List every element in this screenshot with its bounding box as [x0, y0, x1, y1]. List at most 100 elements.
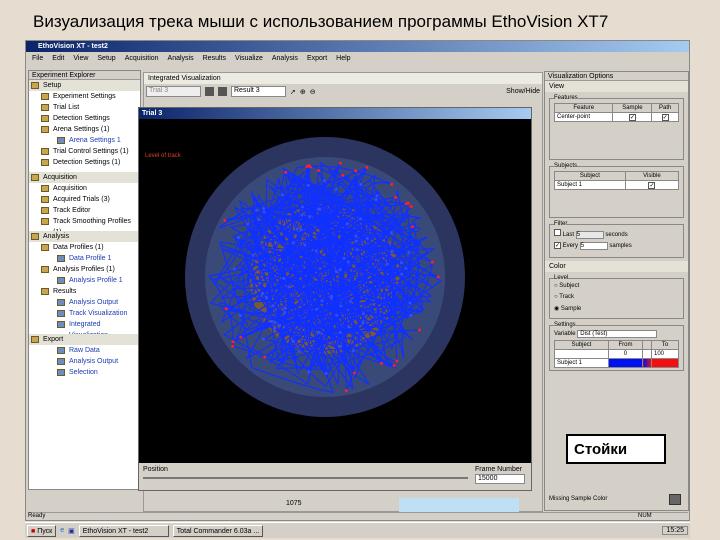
level-radio[interactable]: ◉ Sample	[554, 305, 679, 316]
path-checkbox[interactable]: ✓	[661, 113, 669, 121]
sample-point	[260, 292, 264, 296]
sample-point	[291, 241, 295, 245]
menu-item[interactable]: Acquisition	[125, 55, 159, 62]
explorer-item[interactable]: Integrated Visualization	[29, 319, 140, 339]
item-label: Selection	[69, 369, 98, 376]
menu-bar: File Edit View Setup Acquisition Analysis Resu…	[32, 55, 360, 65]
color-section[interactable]: Color	[545, 261, 688, 272]
trial-select[interactable]: Trial 3	[146, 86, 201, 97]
grid-icon[interactable]	[205, 87, 214, 96]
every-checkbox[interactable]: ✓	[554, 242, 561, 249]
col-visible: Visible	[624, 171, 680, 181]
sample-point	[436, 275, 440, 279]
menu-item[interactable]: Visualize	[235, 55, 263, 62]
explorer-item[interactable]: Track Smoothing Profiles (1)	[29, 216, 140, 236]
sample-point	[255, 208, 259, 212]
status-ready: Ready	[28, 513, 46, 519]
menu-item[interactable]: Setup	[97, 55, 115, 62]
sample-point	[390, 182, 394, 186]
radio-label: Sample	[560, 306, 582, 312]
from-value[interactable]: 0	[607, 349, 644, 359]
missing-color-swatch[interactable]	[669, 494, 681, 505]
taskbar: ■ Пуск e ▣ EthoVision XT - test2 Total C…	[25, 522, 690, 538]
to-value[interactable]: 100	[651, 349, 679, 359]
menu-item[interactable]: View	[73, 55, 88, 62]
view-section[interactable]: View	[545, 81, 688, 92]
sample-point	[237, 236, 241, 240]
explorer-item[interactable]: Results	[29, 286, 140, 297]
level-radio[interactable]: ○ Subject	[554, 283, 679, 294]
sample-point	[223, 219, 227, 223]
explorer-group[interactable]: Analysis	[29, 231, 140, 242]
sample-point	[352, 371, 356, 375]
explorer-item[interactable]: Detection Settings (1)	[29, 157, 140, 168]
sample-checkbox[interactable]: ✓	[628, 113, 636, 121]
show-hide-button[interactable]: Show/Hide	[506, 88, 540, 95]
explorer-item[interactable]: Trial Control Settings (1)	[29, 146, 140, 157]
sample-point	[389, 231, 393, 235]
menu-item[interactable]: Analysis	[168, 55, 194, 62]
explorer-item[interactable]: Selection	[29, 367, 140, 378]
sample-point	[365, 165, 369, 169]
sample-point	[334, 187, 338, 191]
menu-item[interactable]: Analysis	[272, 55, 298, 62]
last-checkbox[interactable]	[554, 229, 561, 236]
arena-view: Level of track	[139, 119, 531, 463]
item-label: Analysis Profile 1	[69, 277, 123, 284]
task-total-commander[interactable]: Total Commander 6.03a ...	[172, 524, 263, 537]
settings-legend: Settings	[554, 322, 576, 328]
explorer-group[interactable]: Setup	[29, 80, 140, 91]
explorer-item[interactable]: Raw Data	[29, 345, 140, 356]
explorer-item[interactable]: Data Profile 1	[29, 253, 140, 264]
explorer-item[interactable]: Trial List	[29, 102, 140, 113]
group-label: Export	[43, 336, 64, 343]
every-input[interactable]: 5	[579, 242, 608, 250]
task-ethovision[interactable]: EthoVision XT - test2	[78, 524, 169, 537]
sample-point	[399, 261, 403, 265]
explorer-item[interactable]: Detection Settings	[29, 113, 140, 124]
explorer-item[interactable]: Analysis Output	[29, 297, 140, 308]
explorer-item[interactable]: Track Editor	[29, 205, 140, 216]
explorer-item[interactable]: Arena Settings (1)	[29, 124, 140, 135]
frame-number-input[interactable]: 15000	[475, 474, 525, 484]
explorer-group[interactable]: Export	[29, 334, 140, 345]
item-label: Acquisition	[53, 185, 87, 192]
variable-label: Variable	[554, 331, 576, 337]
sample-point	[375, 194, 379, 198]
explorer-item[interactable]: Track Visualization	[29, 308, 140, 319]
menu-item[interactable]: Results	[203, 55, 226, 62]
explorer-item[interactable]: Analysis Profiles (1)	[29, 264, 140, 275]
sample-point	[282, 276, 286, 280]
sample-point	[257, 217, 261, 221]
explorer-item[interactable]: Acquisition	[29, 183, 140, 194]
last-input[interactable]: 5	[575, 231, 604, 239]
result-select[interactable]: Result 3	[231, 86, 286, 97]
sample-point	[409, 205, 413, 209]
sample-point	[351, 349, 355, 353]
pointer-icon[interactable]: ➚	[290, 88, 296, 96]
sample-point	[354, 169, 358, 173]
zoom-in-icon[interactable]: ⊕	[300, 88, 306, 96]
save-icon[interactable]: ▣	[68, 527, 75, 535]
position-slider[interactable]	[143, 477, 468, 479]
explorer-group[interactable]: Acquisition	[29, 172, 140, 183]
layout-icon[interactable]	[218, 87, 227, 96]
explorer-item[interactable]: Acquired Trials (3)	[29, 194, 140, 205]
visible-checkbox[interactable]: ✓	[648, 181, 656, 189]
sample-point	[358, 217, 362, 221]
ie-icon[interactable]: e	[60, 527, 64, 534]
start-button[interactable]: ■ Пуск	[27, 524, 57, 537]
variable-select[interactable]: Dist (Test)	[577, 330, 658, 338]
explorer-item[interactable]: Experiment Settings	[29, 91, 140, 102]
explorer-item[interactable]: Arena Settings 1	[29, 135, 140, 146]
frame-label: Frame Number	[475, 466, 523, 473]
explorer-item[interactable]: Data Profiles (1)	[29, 242, 140, 253]
explorer-item[interactable]: Analysis Output	[29, 356, 140, 367]
menu-item[interactable]: Help	[336, 55, 350, 62]
explorer-item[interactable]: Analysis Profile 1	[29, 275, 140, 286]
menu-item[interactable]: Edit	[52, 55, 64, 62]
zoom-out-icon[interactable]: ⊖	[310, 88, 316, 96]
menu-item[interactable]: File	[32, 55, 43, 62]
level-radio[interactable]: ○ Track	[554, 294, 679, 305]
menu-item[interactable]: Export	[307, 55, 327, 62]
